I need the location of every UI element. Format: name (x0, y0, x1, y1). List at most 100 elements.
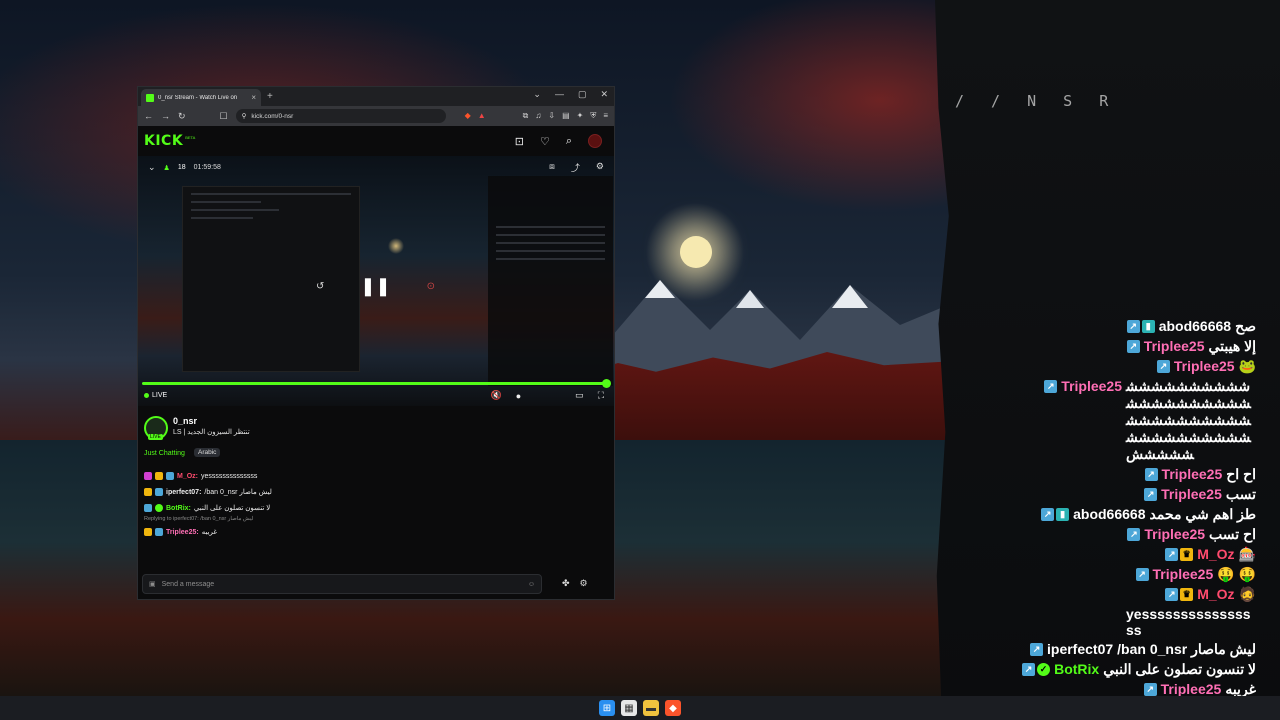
forward-icon[interactable]: → (161, 111, 170, 121)
media-icon[interactable]: ♫ (535, 111, 541, 121)
category-link[interactable]: Just Chatting (144, 450, 185, 457)
file-explorer-icon[interactable]: ▬ (643, 700, 659, 716)
blue-badge-icon: ↗ (1127, 528, 1141, 541)
playback-controls: ↺ ❚❚ ⊙ (316, 276, 435, 297)
inner-line (496, 258, 605, 260)
emoji-icon[interactable]: ☺ (528, 581, 535, 588)
bookmark-icon[interactable]: ☐ (220, 111, 228, 122)
inner-line (496, 234, 605, 236)
video-progress-bar[interactable] (142, 379, 611, 388)
blue-badge-icon: ↗ (1041, 508, 1055, 521)
menu-icon[interactable]: ≡ (603, 111, 608, 121)
blue-badge-icon: ↗ (1165, 588, 1179, 601)
kick-logo[interactable]: KICK (144, 133, 183, 149)
overlay-chat-username: Triplee25 (1161, 486, 1222, 502)
overlay-badges: ↗ ✓ (1022, 661, 1051, 676)
video-player[interactable]: ⌄ ♟ 18 01:59:58 ⧈ ⤴ ⚙ ↺ ❚❚ ⊙ LIVE 🔇 ● ▭ … (138, 156, 614, 406)
overlay-chat-text: اح اح (1226, 466, 1256, 482)
chat-input[interactable]: ▣ Send a message ☺ (142, 574, 542, 594)
overlay-chat-username: BotRix (1054, 661, 1100, 677)
streamer-name[interactable]: 0_nsr (173, 416, 197, 426)
live-dot (144, 393, 149, 398)
overlay-chat-message: ↗ ▮ abod66668 صح (1006, 318, 1256, 335)
rewind-icon[interactable]: ↺ (316, 281, 324, 292)
follow-heart-icon[interactable]: ♡ (540, 135, 550, 148)
collapse-chevron-icon[interactable]: ⌄ (148, 162, 156, 173)
chat-username[interactable]: M_Oz: (177, 473, 198, 480)
close-button[interactable]: ✕ (600, 89, 608, 100)
tab-close-icon[interactable]: × (251, 93, 256, 102)
progress-knob[interactable] (602, 379, 611, 388)
overlay-chat-message: ↗ Triplee25 🐸 (1006, 358, 1256, 375)
windows-start-icon[interactable]: ⊞ (599, 700, 615, 716)
address-bar[interactable]: ⚲ kick.com/0-nsr (235, 109, 446, 123)
tab-title: 0_nsr Stream - Watch Live on (158, 94, 238, 101)
overlay-chat-text: لا تنسون تصلون على النبي (1103, 661, 1256, 677)
overlay-badges: ↗ (1127, 526, 1141, 541)
gift-icon[interactable]: ✤ (562, 578, 570, 589)
browser-toolbar: ← → ↻ ☐ ⚲ kick.com/0-nsr ◆ ▲ ⧉ ♫ ⇩ ▤ ✦ ⛨… (138, 106, 614, 126)
fullscreen-icon[interactable]: ⛶ (598, 390, 604, 401)
overlay-chat-message: ↗ ▮ abod66668 طز اهم شي محمد (1006, 506, 1256, 523)
mute-icon[interactable]: 🔇 (491, 390, 502, 401)
overlay-chat-username: Triplee25 (1061, 378, 1122, 394)
overlay-badges: ↗ (1135, 566, 1149, 581)
kick-beta-label: BETA (185, 134, 196, 140)
live-sync-icon[interactable]: ⊙ (427, 281, 435, 292)
overlay-chat-text: 🤑 🤑 (1217, 566, 1256, 582)
downloads-icon[interactable]: ⇩ (548, 111, 555, 121)
user-avatar[interactable] (588, 134, 602, 148)
chat-username[interactable]: iperfect07: (166, 489, 201, 496)
brave-browser-icon[interactable]: ◆ (665, 700, 681, 716)
taskbar: ⊞ ▦ ▬ ◆ (0, 696, 1280, 720)
calendar-icon[interactable]: ▦ (621, 700, 637, 716)
tab-search-icon[interactable]: ⌄ (533, 89, 541, 100)
brave-shield-icon[interactable]: ◆ (465, 111, 471, 121)
inner-line (191, 193, 351, 195)
overlay-chat-text: 🧔 (1238, 586, 1256, 602)
minimize-button[interactable]: — (555, 89, 564, 100)
badge-icon (166, 472, 174, 480)
overlay-chat-text: 🎰 (1238, 546, 1256, 562)
stream-title: LS | تنتظر السيزون الجديد (173, 429, 250, 436)
pause-button[interactable]: ❚❚ (360, 276, 390, 297)
blue-badge-icon: ↗ (1135, 568, 1149, 581)
reload-icon[interactable]: ↻ (178, 111, 186, 122)
clips-icon[interactable]: ⊡ (515, 135, 524, 148)
overlay-chat-text: /ban 0_nsr ليش ماصار (1117, 641, 1256, 657)
overlay-chat-text: اح تسب (1209, 526, 1256, 542)
overlay-chat-message: ↗ ♛ M_Oz 🧔 (1006, 586, 1256, 603)
chat-username[interactable]: Triplee25: (166, 529, 199, 536)
stream-info: LIVE 0_nsr LS | تنتظر السيزون الجديد Jus… (138, 406, 614, 468)
site-info-icon[interactable]: ⚲ (242, 112, 247, 120)
teal-badge-icon: ▮ (1056, 508, 1070, 521)
chat-settings-icon[interactable]: ⚙ (580, 578, 588, 589)
video-top-actions: ⧈ ⤴ ⚙ (549, 161, 604, 174)
settings-gear-icon[interactable]: ⚙ (596, 161, 604, 174)
browser-tab[interactable]: 0_nsr Stream - Watch Live on × (141, 89, 261, 106)
volume-knob[interactable]: ● (516, 391, 521, 401)
new-tab-button[interactable]: + (267, 91, 273, 102)
blue-badge-icon: ↗ (1044, 380, 1058, 393)
green-badge-icon: ✓ (1037, 663, 1051, 676)
search-icon[interactable]: ⌕ (566, 135, 572, 148)
maximize-button[interactable]: ▢ (578, 89, 587, 100)
chat-username[interactable]: BotRix: (166, 505, 191, 512)
rewards-icon[interactable]: ▲ (478, 111, 486, 121)
sidebar-icon[interactable]: ▤ (562, 111, 570, 121)
chat-message: BotRix: لا تنسون تصلون على النبي (144, 500, 606, 516)
nsr-watermark: / / N S R (955, 92, 1118, 110)
vpn-icon[interactable]: ⛨ (590, 111, 596, 121)
chat-input-actions: ✤ ⚙ (562, 578, 588, 589)
extension-icon[interactable]: ⧉ (523, 111, 529, 121)
clip-icon[interactable]: ⧈ (549, 161, 555, 174)
overlay-chat-text: شششششششششششششششششششششششششششششششششششششششش… (1126, 378, 1251, 462)
language-tag[interactable]: Arabic (194, 448, 221, 457)
overlay-chat-message: ↗ Triplee25 شششششششششششششششششششششششششششششش… (1006, 378, 1256, 463)
share-icon[interactable]: ⤴ (571, 161, 580, 174)
chat-message: Triplee25: غريبه (144, 524, 606, 540)
back-icon[interactable]: ← (144, 111, 153, 121)
theater-mode-icon[interactable]: ▭ (575, 390, 584, 401)
puzzle-icon[interactable]: ✦ (577, 111, 584, 121)
viewer-count: 18 (177, 164, 186, 171)
